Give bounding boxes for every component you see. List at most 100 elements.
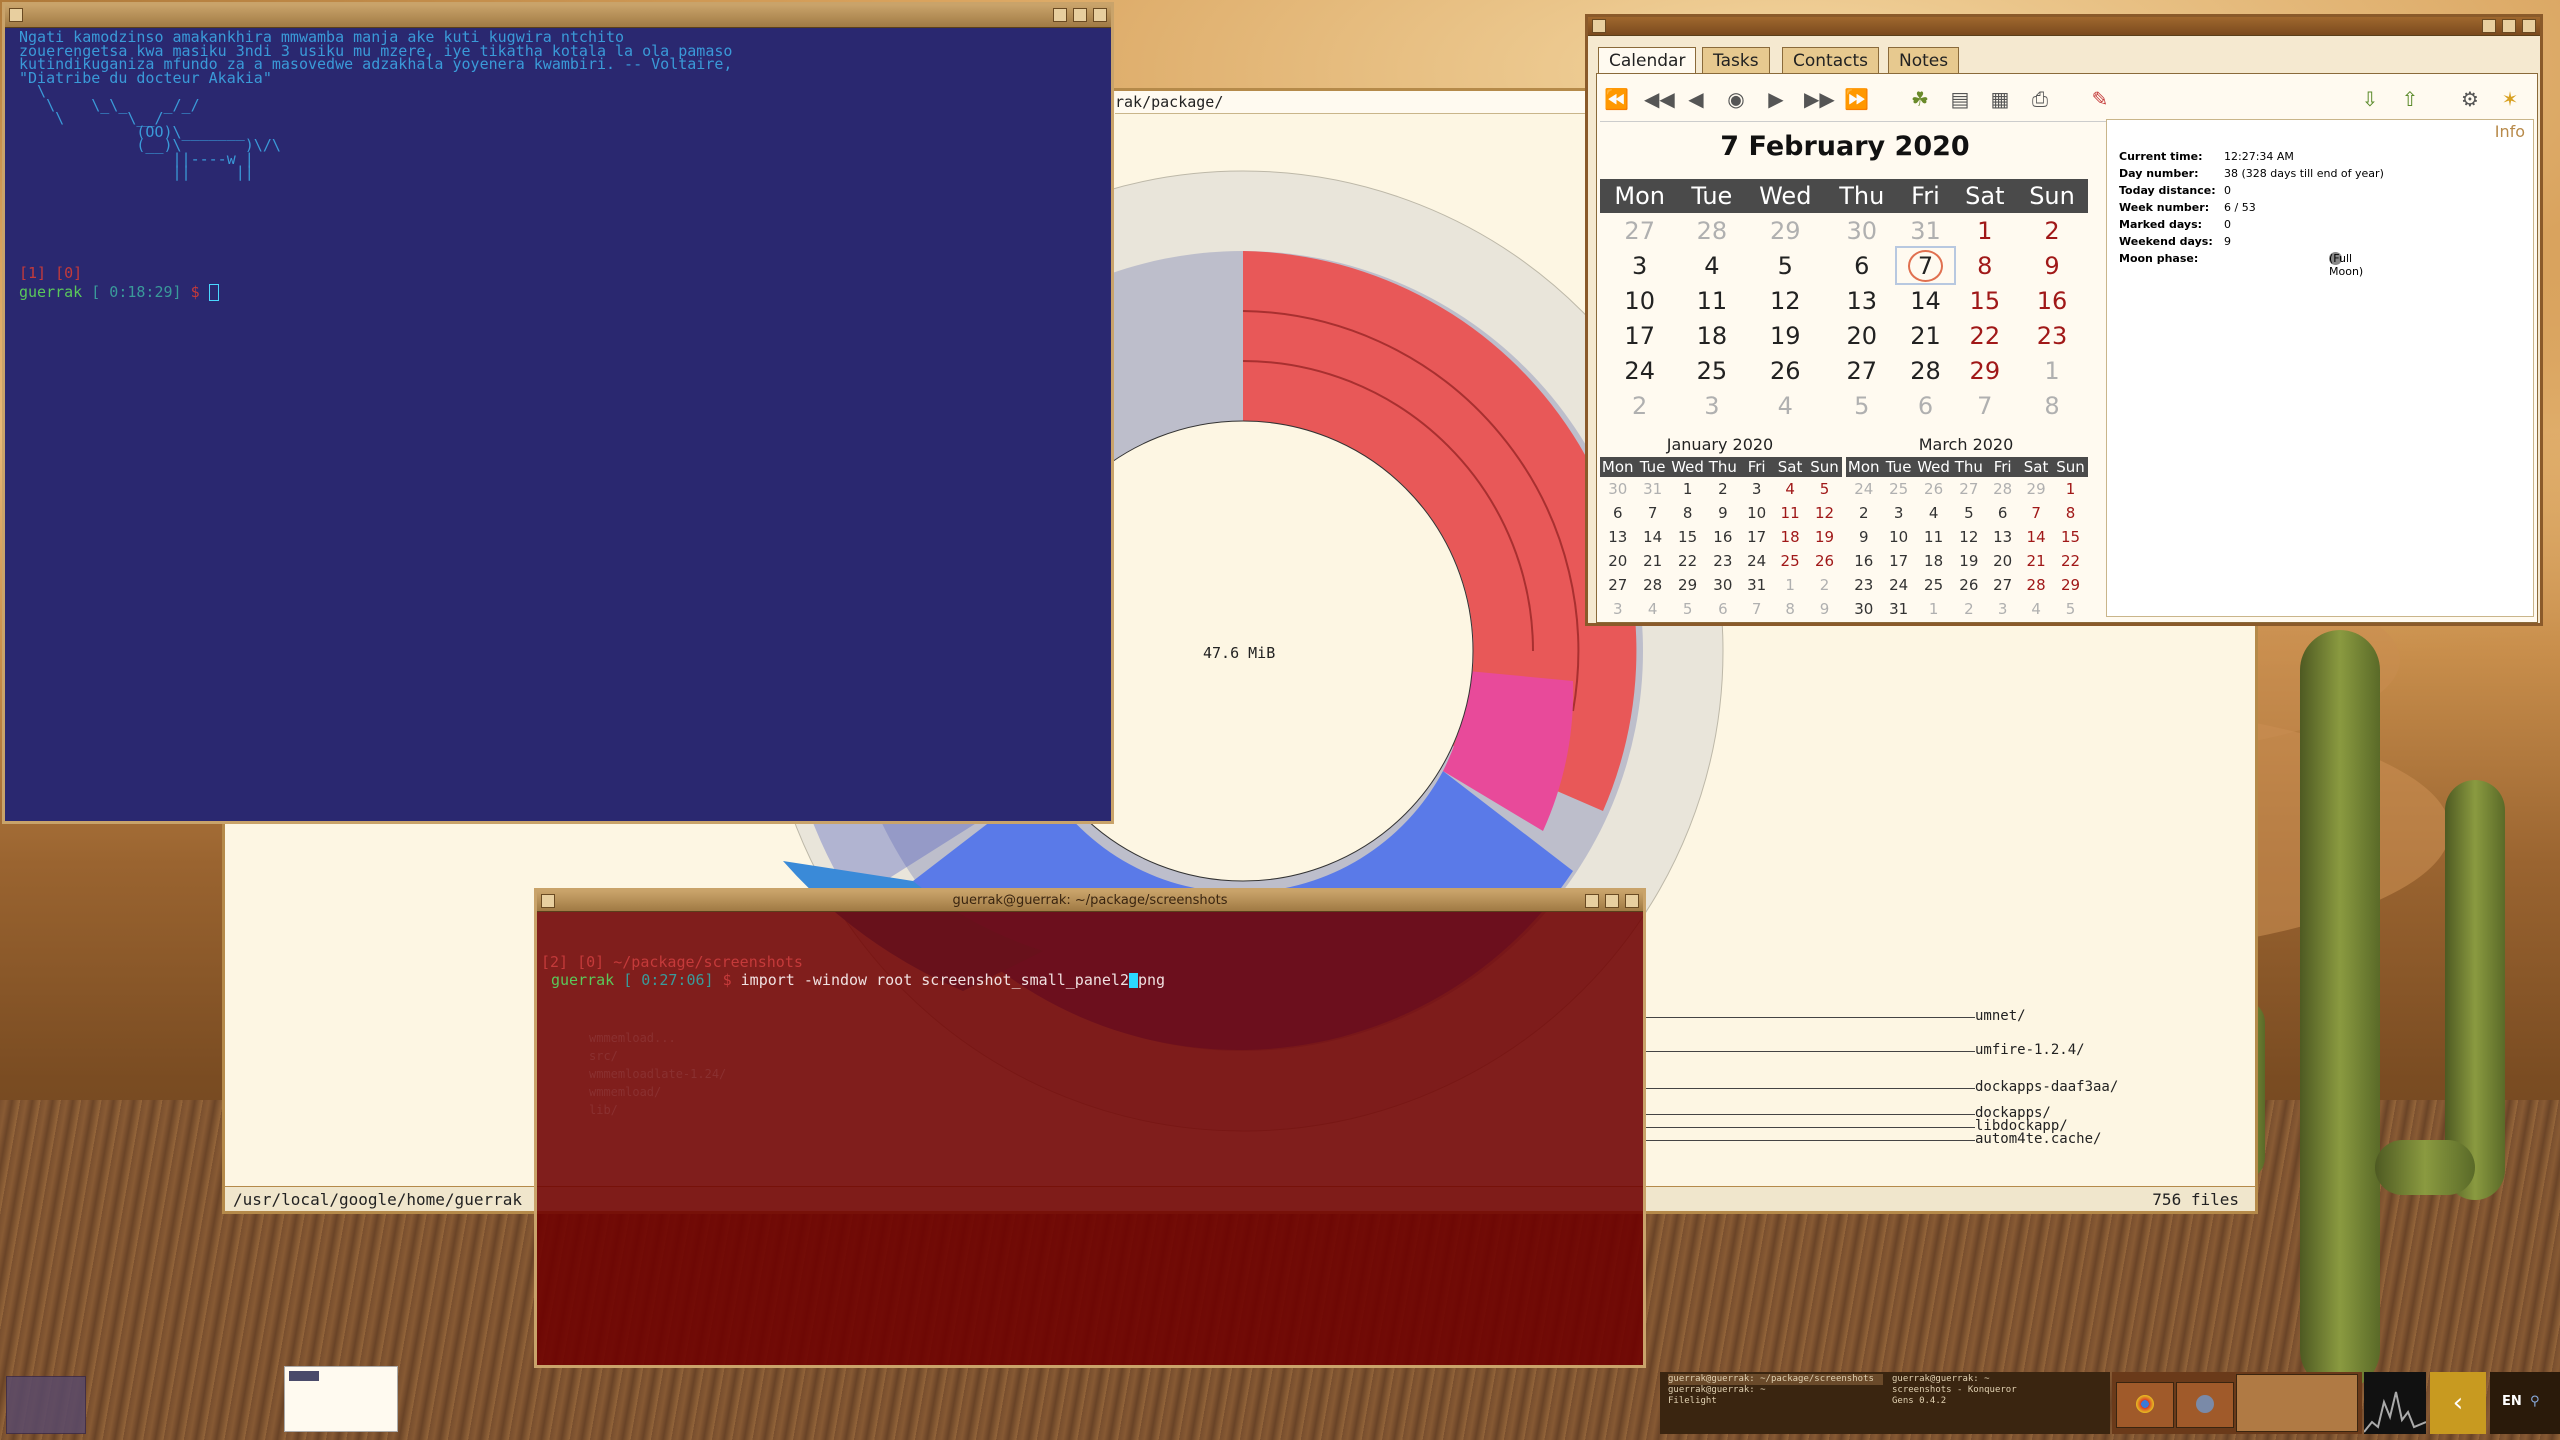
calendar-day[interactable]: 5 — [2053, 597, 2088, 621]
calendar-day[interactable]: 2 — [1600, 388, 1679, 423]
calendar-day[interactable]: 24 — [1882, 573, 1916, 597]
calendar-day[interactable]: 31 — [1897, 213, 1953, 248]
calendar-day[interactable]: 3 — [1600, 248, 1679, 283]
pager-desktop-1[interactable] — [6, 1376, 86, 1434]
calendar-day[interactable]: 20 — [1826, 318, 1897, 353]
calendar-day[interactable]: 18 — [1773, 525, 1807, 549]
calendar-day[interactable]: 24 — [1600, 353, 1679, 388]
language-indicator[interactable]: EN ⚲ — [2490, 1372, 2560, 1434]
calendar-day[interactable]: 26 — [1744, 353, 1826, 388]
calendar-window[interactable]: Calendar Tasks Contacts Notes ⏪ ◀◀ ◀ ◉ ▶… — [1585, 14, 2543, 626]
calendar-day[interactable]: 1 — [2053, 477, 2088, 501]
calendar-day[interactable]: 2 — [1807, 573, 1842, 597]
calendar-day[interactable]: 12 — [1807, 501, 1842, 525]
calendar-day[interactable]: 5 — [1951, 501, 1986, 525]
calendar-day[interactable]: 5 — [1744, 248, 1826, 283]
calendar-day[interactable]: 14 — [2019, 525, 2053, 549]
calendar-day[interactable]: 6 — [1897, 388, 1953, 423]
calendar-day[interactable]: 23 — [1705, 549, 1740, 573]
calendar-day[interactable]: 5 — [1670, 597, 1706, 621]
calendar-day[interactable]: 14 — [1636, 525, 1670, 549]
calendar-day[interactable]: 8 — [2053, 501, 2088, 525]
today-icon[interactable]: ◉ — [1724, 87, 1748, 111]
calendar-day[interactable]: 9 — [1846, 525, 1882, 549]
terminal-bottom-prompt[interactable]: guerrak [ 0:27:06] $ import -window root… — [551, 971, 1165, 989]
next-month-grid[interactable]: Mon Tue Wed Thu Fri Sat Sun 24 25 26 27 28 29 1 2 3 4 5 6 7… — [1846, 457, 2088, 621]
calendar-day[interactable]: 27 — [1600, 573, 1636, 597]
calendar-day[interactable]: 8 — [2016, 388, 2088, 423]
calendar-day[interactable]: 22 — [2053, 549, 2088, 573]
close-button[interactable] — [2522, 19, 2536, 33]
task-item[interactable]: Gens 0.4.2 — [1892, 1396, 2102, 1407]
calendar-day[interactable]: 2 — [1705, 477, 1740, 501]
calendar-day[interactable]: 6 — [1600, 501, 1636, 525]
next-month-icon[interactable]: ▶▶ — [1804, 87, 1835, 111]
calendar-day[interactable]: 14 — [1897, 283, 1953, 318]
calendar-day[interactable]: 25 — [1773, 549, 1807, 573]
calendar-day[interactable]: 22 — [1954, 318, 2016, 353]
calendar-day[interactable]: 21 — [1897, 318, 1953, 353]
calendar-day[interactable]: 1 — [2016, 353, 2088, 388]
window-menu-button[interactable] — [9, 8, 23, 22]
edit-icon[interactable]: ✎ — [2088, 87, 2112, 111]
calendar-day[interactable]: 11 — [1679, 283, 1744, 318]
task-item[interactable]: guerrak@guerrak: ~/package/screenshots — [1668, 1374, 1883, 1385]
prev-day-icon[interactable]: ◀ — [1684, 87, 1708, 111]
calendar-day[interactable]: 27 — [1986, 573, 2019, 597]
calendar-day[interactable]: 13 — [1600, 525, 1636, 549]
calendar-day[interactable]: 24 — [1740, 549, 1773, 573]
window-menu-button[interactable] — [541, 894, 555, 908]
calendar-day[interactable]: 19 — [1807, 525, 1842, 549]
calendar-day[interactable]: 4 — [1744, 388, 1826, 423]
day-view-icon[interactable]: ☘ — [1908, 87, 1932, 111]
calendar-day[interactable]: 25 — [1916, 573, 1952, 597]
calendar-titlebar[interactable] — [1588, 17, 2540, 36]
maximize-button[interactable] — [1073, 8, 1087, 22]
calendar-day[interactable]: 27 — [1951, 477, 1986, 501]
calendar-day[interactable]: 19 — [1744, 318, 1826, 353]
calendar-day[interactable]: 1 — [1773, 573, 1807, 597]
maximize-button[interactable] — [2502, 19, 2516, 33]
calendar-day[interactable]: 16 — [1705, 525, 1740, 549]
calendar-day[interactable]: 25 — [1679, 353, 1744, 388]
calendar-day[interactable]: 3 — [1679, 388, 1744, 423]
calendar-day[interactable]: 7 — [1636, 501, 1670, 525]
calendar-day[interactable]: 12 — [1744, 283, 1826, 318]
calendar-day[interactable]: 23 — [1846, 573, 1882, 597]
calendar-day[interactable]: 26 — [1807, 549, 1842, 573]
calendar-day[interactable]: 16 — [2016, 283, 2088, 318]
calendar-day[interactable]: 6 — [1986, 501, 2019, 525]
calendar-day[interactable]: 5 — [1807, 477, 1842, 501]
calendar-day[interactable]: 18 — [1679, 318, 1744, 353]
export-icon[interactable]: ⇧ — [2398, 87, 2422, 111]
web-browser-icon[interactable] — [2176, 1382, 2234, 1428]
calendar-day[interactable]: 9 — [2016, 248, 2088, 283]
calendar-day[interactable]: 30 — [1600, 477, 1636, 501]
pager-desktop-2[interactable] — [284, 1366, 398, 1432]
close-button[interactable] — [1093, 8, 1107, 22]
tab-notes[interactable]: Notes — [1888, 47, 1960, 74]
task-item[interactable]: Filelight — [1668, 1396, 1883, 1407]
calendar-day[interactable]: 9 — [1705, 501, 1740, 525]
calendar-day[interactable]: 15 — [1670, 525, 1706, 549]
calendar-day[interactable]: 13 — [1826, 283, 1897, 318]
calendar-day[interactable]: 3 — [1986, 597, 2019, 621]
terminal-top-output[interactable]: Ngati kamodzinso amakankhira mmwamba man… — [19, 30, 732, 180]
month-grid[interactable]: Mon Tue Wed Thu Fri Sat Sun 27 28 29 30 31 1 2 3 4 5 6 7 8… — [1600, 179, 2088, 423]
minimize-button[interactable] — [1053, 8, 1067, 22]
calendar-day[interactable]: 23 — [2016, 318, 2088, 353]
calendar-day[interactable]: 18 — [1916, 549, 1952, 573]
task-item[interactable]: screenshots - Konqueror — [1892, 1385, 2102, 1396]
calendar-day[interactable]: 29 — [2053, 573, 2088, 597]
folder-label-dockapps-daaf[interactable]: dockapps-daaf3aa/ — [1975, 1079, 2118, 1095]
calendar-day[interactable]: 30 — [1705, 573, 1740, 597]
collapse-panel-icon[interactable]: ‹ — [2430, 1372, 2486, 1434]
about-icon[interactable]: ✶ — [2498, 87, 2522, 111]
calendar-day[interactable]: 7 — [1895, 246, 1956, 285]
calendar-day[interactable]: 8 — [1773, 597, 1807, 621]
calendar-day[interactable]: 30 — [1826, 213, 1897, 248]
calendar-day[interactable]: 3 — [1740, 477, 1773, 501]
tab-tasks[interactable]: Tasks — [1702, 47, 1770, 74]
calendar-day[interactable]: 7 — [2019, 501, 2053, 525]
calendar-day[interactable]: 6 — [1705, 597, 1740, 621]
